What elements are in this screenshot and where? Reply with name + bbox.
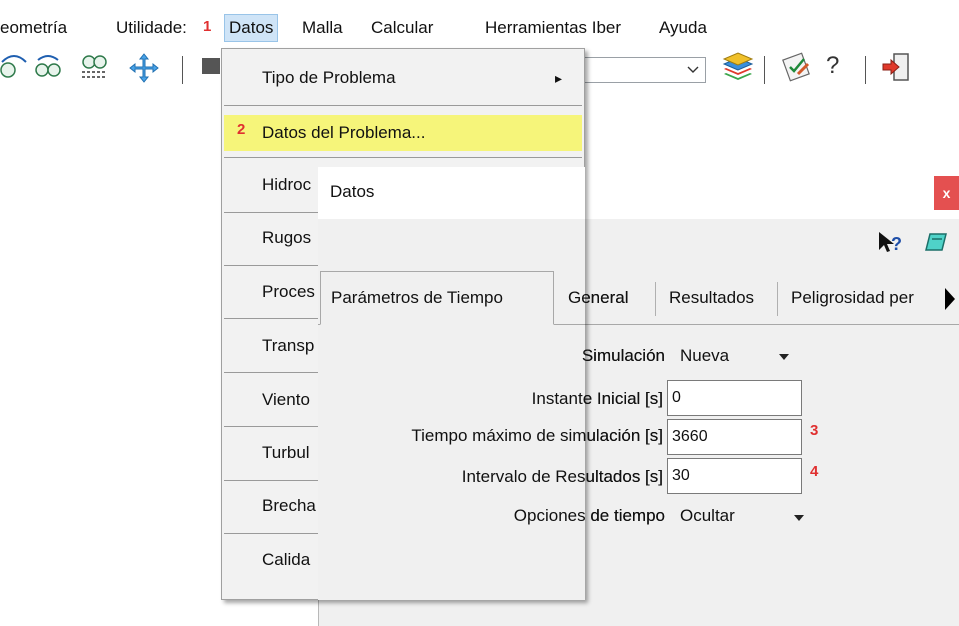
step-marker-3: 3 [810,422,819,439]
close-button[interactable]: x [934,176,959,210]
tab-resultados[interactable]: Resultados [659,276,764,324]
menu-herramientas-iber[interactable]: Herramientas Iber [485,15,621,41]
opciones-tiempo-label-overlay: Opciones de tiempo [513,506,665,525]
menu-item-tipo-problema[interactable]: Tipo de Problema ▸ [222,60,584,96]
dialog-title-overlay: Datos [330,182,375,201]
step-marker-4: 4 [810,463,819,480]
tiempo-maximo-input[interactable]: 3660 [667,419,802,455]
move-icon[interactable] [128,52,160,84]
menu-malla[interactable]: Malla [302,15,343,41]
tab-general-overlay[interactable]: General [558,276,638,324]
tab-scroll-right-icon[interactable] [943,286,957,312]
simulacion-label-overlay: Simulación [581,346,665,365]
tab-parametros-tiempo-overlay[interactable]: Parámetros de Tiempo [320,271,554,325]
svg-text:?: ? [891,234,902,254]
menu-item-datos-problema[interactable]: 2 Datos del Problema... [224,115,582,151]
tiempo-maximo-label-overlay: Tiempo máximo de simulación [s] [411,426,663,445]
menu-ayuda[interactable]: Ayuda [659,15,707,41]
submenu-arrow-icon: ▸ [555,70,563,86]
layers-icon[interactable] [721,50,755,84]
tab-divider [655,282,656,316]
view-rotate-icon[interactable] [0,52,28,80]
instante-inicial-input[interactable]: 0 [667,380,802,416]
checklist-icon[interactable] [780,50,814,84]
exit-icon[interactable] [880,50,914,84]
opciones-tiempo-caret-icon[interactable] [794,515,804,521]
menu-separator [224,105,582,106]
chevron-down-icon [687,66,699,73]
step-marker-2: 2 [237,121,246,138]
simulacion-caret-icon[interactable] [779,354,789,360]
help-icon[interactable]: ? [826,52,839,80]
layer-combobox[interactable] [574,57,706,83]
camera-icon[interactable] [200,52,220,80]
toolbar-separator [182,56,183,84]
context-help-icon[interactable]: ? [876,228,906,258]
menu-separator [224,157,582,158]
view-layers-icon[interactable] [80,52,108,80]
tab-peligrosidad[interactable]: Peligrosidad per [781,276,914,324]
menu-utilidades[interactable]: Utilidade: [116,15,187,41]
view-zoom-icon[interactable] [34,52,62,80]
step-marker-1: 1 [203,18,212,35]
intervalo-label-overlay: Intervalo de Resultados [s] [461,467,663,486]
menu-calcular[interactable]: Calcular [371,15,433,41]
toolbar-separator [865,56,866,84]
toolbar-separator [764,56,765,84]
dialog-overlap [318,167,585,600]
menu-geometria[interactable]: eometría [0,15,67,41]
simulacion-select[interactable]: Nueva [680,346,729,366]
menu-datos[interactable]: Datos [224,14,279,42]
instante-inicial-label-overlay: Instante Inicial [s] [531,389,663,408]
opciones-tiempo-select[interactable]: Ocultar [680,506,735,526]
tab-divider [777,282,778,316]
eraser-icon[interactable] [922,230,950,256]
intervalo-input[interactable]: 30 [667,458,802,494]
